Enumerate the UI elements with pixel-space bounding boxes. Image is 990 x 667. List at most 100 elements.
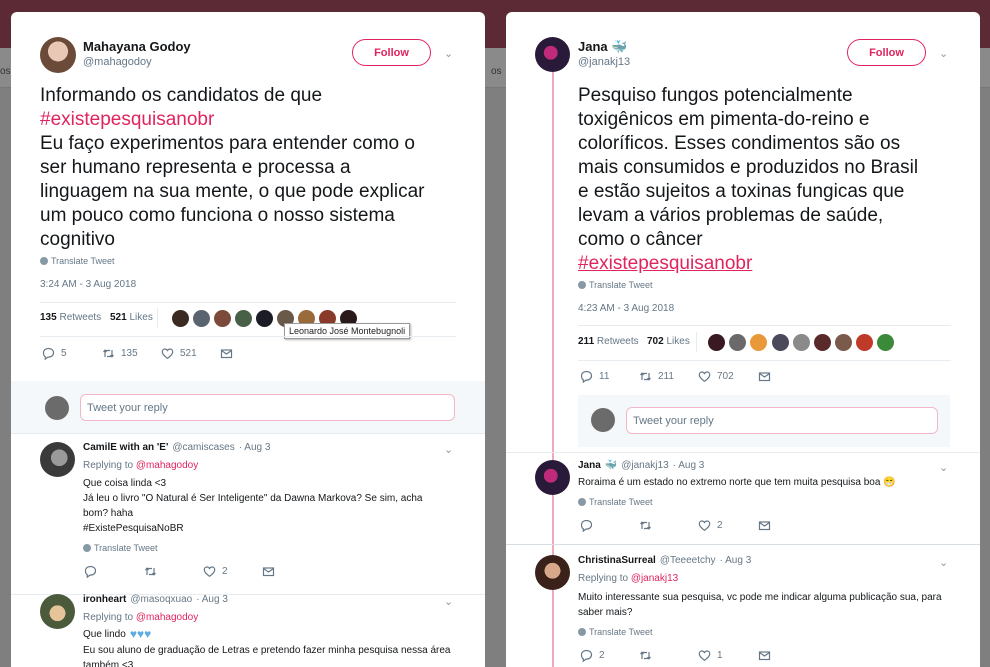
author-handle[interactable]: @mahagodoy	[83, 56, 152, 68]
reply-author-handle[interactable]: @janakj13	[621, 460, 668, 471]
chevron-down-icon[interactable]: ⌄	[939, 461, 948, 474]
like-action[interactable]: 702	[698, 370, 734, 383]
tweet-text-line: Pesquiso fungos potencialmente	[578, 85, 853, 106]
retweet-icon	[639, 519, 652, 532]
translate-tweet-link[interactable]: Translate Tweet	[83, 543, 158, 553]
reply-author-name[interactable]: ChristinaSurreal	[578, 555, 656, 566]
retweet-action[interactable]	[639, 649, 652, 662]
author-name[interactable]: Jana 🐳	[578, 39, 627, 55]
like-action[interactable]: 2	[698, 519, 723, 532]
translate-tweet-link[interactable]: Translate Tweet	[578, 627, 653, 637]
liker-avatar[interactable]	[214, 310, 231, 327]
reply-count: 5	[61, 348, 67, 359]
likes-stat[interactable]: 521 Likes	[110, 312, 153, 323]
tweet-timestamp[interactable]: 3:24 AM - 3 Aug 2018	[40, 279, 136, 290]
reply-author-handle[interactable]: @masoqxuao	[130, 594, 192, 605]
translate-tweet-link[interactable]: Translate Tweet	[40, 256, 115, 266]
retweet-action[interactable]	[639, 519, 652, 532]
reply-author-name[interactable]: ironheart	[83, 594, 126, 605]
reply-icon	[580, 519, 593, 533]
reply-input[interactable]: Tweet your reply	[80, 394, 455, 421]
tweet-timestamp[interactable]: 4:23 AM - 3 Aug 2018	[578, 303, 674, 314]
message-action[interactable]	[758, 649, 771, 662]
liker-avatar[interactable]	[235, 310, 252, 327]
likes-stat[interactable]: 702 Likes	[647, 336, 690, 347]
hashtag-link[interactable]: #existepesquisanobr	[578, 252, 752, 276]
reply-author-name[interactable]: CamilE with an 'E'	[83, 442, 168, 453]
reply-action[interactable]	[84, 565, 97, 579]
reply-date[interactable]: · Aug 3	[196, 594, 228, 605]
chevron-down-icon[interactable]: ⌄	[444, 595, 453, 608]
chevron-down-icon[interactable]: ⌄	[939, 47, 948, 60]
liker-avatar[interactable]	[256, 310, 273, 327]
retweet-icon	[639, 370, 652, 383]
tweet-card-right: Jana 🐳 @janakj13 Follow ⌄ Pesquiso fungo…	[506, 12, 980, 667]
liker-avatar[interactable]	[708, 334, 725, 351]
liker-avatar[interactable]	[750, 334, 767, 351]
liker-avatar[interactable]	[772, 334, 789, 351]
avatar[interactable]	[535, 37, 570, 72]
reply-avatar[interactable]	[40, 442, 75, 477]
hashtag-link[interactable]: #ExistePesquisaNoBR	[83, 521, 184, 536]
liker-avatar[interactable]	[193, 310, 210, 327]
chevron-down-icon[interactable]: ⌄	[444, 47, 453, 60]
liker-avatar[interactable]	[814, 334, 831, 351]
message-action[interactable]	[758, 519, 771, 532]
liker-avatar[interactable]	[729, 334, 746, 351]
liker-avatar[interactable]	[172, 310, 189, 327]
message-action[interactable]	[220, 347, 233, 360]
retweets-stat[interactable]: 135 Retweets	[40, 312, 101, 323]
hashtag-link[interactable]: #existepesquisanobr	[40, 108, 214, 132]
reply-avatar[interactable]	[535, 555, 570, 590]
like-action[interactable]: 1	[698, 649, 723, 662]
author-name[interactable]: Mahayana Godoy	[83, 39, 191, 54]
follow-button[interactable]: Follow	[352, 39, 431, 66]
reply-action[interactable]	[580, 519, 593, 533]
message-action[interactable]	[758, 370, 771, 383]
reply-action[interactable]: 5	[42, 347, 67, 361]
retweet-action[interactable]: 211	[639, 370, 674, 383]
retweet-icon	[102, 347, 115, 360]
follow-button[interactable]: Follow	[847, 39, 926, 66]
heart-icon	[698, 370, 711, 383]
avatar[interactable]	[40, 37, 76, 73]
like-action[interactable]: 521	[161, 347, 197, 360]
retweet-icon	[144, 565, 157, 578]
mention-link[interactable]: @janakj13	[631, 573, 678, 584]
reply-date[interactable]: · Aug 3	[673, 460, 705, 471]
like-action[interactable]: 2	[203, 565, 228, 578]
divider	[506, 544, 980, 545]
reply-action[interactable]: 2	[580, 649, 605, 663]
retweets-count: 211	[578, 336, 595, 347]
translate-label: Translate Tweet	[94, 543, 158, 553]
reply-avatar[interactable]	[535, 460, 570, 495]
tweet-text-line: um pouco como funciona o nosso sistema	[40, 205, 395, 226]
retweet-action[interactable]: 135	[102, 347, 138, 360]
reply-action[interactable]: 11	[580, 370, 609, 384]
reply-author-name[interactable]: Jana	[578, 460, 601, 471]
reply-author-handle[interactable]: @Teeeetchy	[660, 555, 716, 566]
reply-avatar[interactable]	[40, 594, 75, 629]
liker-avatar[interactable]	[877, 334, 894, 351]
liker-avatar[interactable]	[793, 334, 810, 351]
reply-author-handle[interactable]: @camiscases	[172, 442, 234, 453]
reply-text: Que lindo	[83, 629, 126, 640]
reply-text-line: Que lindo ♥♥♥	[83, 627, 151, 642]
translate-tweet-link[interactable]: Translate Tweet	[578, 497, 653, 507]
chevron-down-icon[interactable]: ⌄	[939, 556, 948, 569]
mention-link[interactable]: @mahagodoy	[136, 460, 198, 471]
retweets-stat[interactable]: 211 Retweets	[578, 336, 639, 347]
liker-avatar[interactable]	[856, 334, 873, 351]
retweets-count: 135	[40, 312, 57, 323]
reply-date[interactable]: · Aug 3	[720, 555, 752, 566]
author-handle[interactable]: @janakj13	[578, 56, 630, 68]
chevron-down-icon[interactable]: ⌄	[444, 443, 453, 456]
liker-avatar[interactable]	[835, 334, 852, 351]
divider	[40, 302, 456, 303]
mention-link[interactable]: @mahagodoy	[136, 612, 198, 623]
retweet-action[interactable]	[144, 565, 157, 578]
translate-tweet-link[interactable]: Translate Tweet	[578, 280, 653, 290]
reply-input[interactable]: Tweet your reply	[626, 407, 938, 434]
message-action[interactable]	[262, 565, 275, 578]
reply-date[interactable]: · Aug 3	[239, 442, 271, 453]
